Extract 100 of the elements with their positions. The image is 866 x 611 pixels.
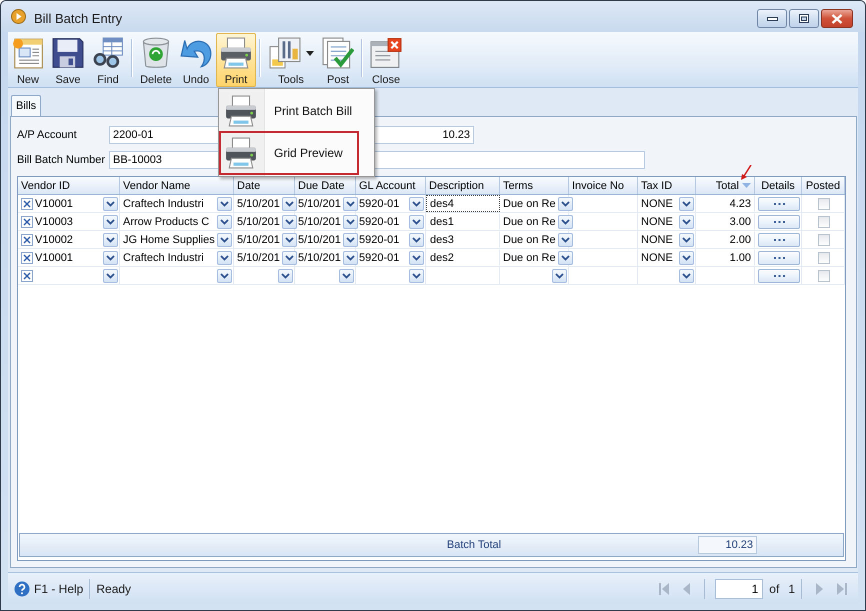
toolbar-button[interactable]: Post (318, 33, 358, 87)
dropdown-button[interactable] (103, 250, 118, 264)
minimize-icon (766, 16, 778, 20)
dropdown-button[interactable] (558, 232, 573, 246)
x-icon[interactable] (21, 216, 33, 228)
chevron-down-icon (346, 236, 355, 242)
toolbar-button[interactable]: Close (366, 33, 406, 87)
table-cell: 5920-01 (359, 234, 400, 246)
details-button[interactable] (758, 250, 800, 264)
close-button[interactable] (821, 9, 853, 28)
details-button[interactable] (758, 268, 800, 282)
minimize-button[interactable] (757, 9, 787, 28)
close-window-icon (370, 37, 402, 69)
dropdown-button[interactable] (217, 214, 232, 228)
dropdown-button[interactable] (103, 214, 118, 228)
table-cell: 3.00 (696, 213, 755, 230)
page-field[interactable]: 1 (715, 578, 764, 598)
table-cell: 1.00 (696, 249, 755, 266)
dropdown-button[interactable] (342, 214, 358, 228)
chevron-down-icon (682, 272, 691, 278)
dropdown-button[interactable] (409, 232, 424, 246)
toolbar-button[interactable]: Delete (136, 33, 176, 87)
dropdown-button[interactable] (679, 268, 694, 282)
chevron-down-icon (346, 200, 355, 206)
checkbox[interactable] (818, 270, 830, 282)
dropdown-button[interactable] (282, 196, 297, 210)
column-header[interactable]: Posted (802, 177, 845, 194)
binoculars-icon (92, 37, 124, 69)
column-header[interactable]: Terms (500, 177, 569, 194)
column-header[interactable]: Details (755, 177, 802, 194)
maximize-button[interactable] (789, 9, 819, 28)
dropdown-button[interactable] (217, 268, 232, 282)
table-cell: 5920-01 (359, 198, 400, 210)
dropdown-button[interactable] (679, 196, 694, 210)
column-header[interactable]: Vendor ID (18, 177, 120, 194)
dropdown-button[interactable] (103, 196, 118, 210)
dropdown-button[interactable] (409, 268, 424, 282)
table-cell: NONE (641, 216, 673, 228)
chevron-down-icon (106, 272, 115, 278)
menu-item[interactable]: Grid Preview (219, 131, 359, 175)
details-button[interactable] (758, 214, 800, 228)
dropdown-button[interactable] (339, 268, 354, 282)
dropdown-button[interactable] (679, 250, 694, 264)
toolbar-button[interactable]: Find (88, 33, 128, 87)
dropdown-button[interactable] (282, 214, 297, 228)
chevron-down-icon (284, 254, 294, 260)
dropdown-button[interactable] (409, 250, 424, 264)
dropdown-button[interactable] (342, 232, 358, 246)
x-icon[interactable] (21, 252, 33, 264)
dropdown-button[interactable] (342, 196, 358, 210)
dropdown-button[interactable] (679, 214, 694, 228)
chevron-down-icon (346, 254, 355, 260)
last-page-icon (834, 582, 848, 596)
toolbar-button[interactable]: Tools (264, 33, 318, 87)
table-cell: Due on Re (503, 198, 556, 210)
dropdown-button[interactable] (409, 214, 424, 228)
toolbar-button[interactable]: Save (48, 33, 88, 87)
column-header[interactable]: Description (426, 177, 500, 194)
dropdown-button[interactable] (103, 232, 118, 246)
tab[interactable]: Bills (11, 95, 42, 116)
column-header[interactable]: Invoice No (569, 177, 638, 194)
toolbar-button[interactable]: New (8, 33, 48, 87)
dropdown-button[interactable] (409, 196, 424, 210)
details-button[interactable] (758, 196, 800, 210)
dropdown-button[interactable] (342, 250, 358, 264)
column-header[interactable]: Tax ID (638, 177, 696, 194)
toolbar-button[interactable]: Undo (176, 33, 216, 87)
checkbox[interactable] (818, 216, 830, 228)
dropdown-button[interactable] (552, 268, 567, 282)
dropdown-button[interactable] (679, 232, 694, 246)
dropdown-button[interactable] (217, 196, 232, 210)
chart-document-icon (268, 37, 300, 69)
caret-icon (306, 50, 314, 56)
printer-icon (224, 94, 258, 126)
dropdown-button[interactable] (282, 250, 297, 264)
chevron-down-icon (412, 272, 421, 278)
chevron-down-icon (682, 236, 691, 242)
help-hint: F1 - Help (34, 582, 84, 596)
dropdown-button[interactable] (103, 268, 118, 282)
checkbox[interactable] (818, 198, 830, 210)
dropdown-button[interactable] (282, 232, 297, 246)
details-button[interactable] (758, 232, 800, 246)
chevron-down-icon (220, 236, 229, 242)
dropdown-button[interactable] (217, 232, 232, 246)
dropdown-button[interactable] (558, 196, 573, 210)
checkbox[interactable] (818, 252, 830, 264)
chevron-down-icon (560, 218, 570, 224)
x-icon[interactable] (21, 270, 33, 282)
dropdown-button[interactable] (217, 250, 232, 264)
x-icon[interactable] (21, 198, 33, 210)
dropdown-button[interactable] (558, 250, 573, 264)
menu-item-label: Print Batch Bill (274, 104, 352, 118)
chevron-down-icon (555, 272, 564, 278)
x-icon[interactable] (21, 234, 33, 246)
table-cell: 5/10/201 (237, 216, 280, 228)
dropdown-button[interactable] (558, 214, 573, 228)
table-cell: JG Home Supplies (123, 234, 215, 246)
checkbox[interactable] (818, 234, 830, 246)
toolbar-button[interactable]: Print (216, 33, 256, 87)
dropdown-button[interactable] (278, 268, 293, 282)
